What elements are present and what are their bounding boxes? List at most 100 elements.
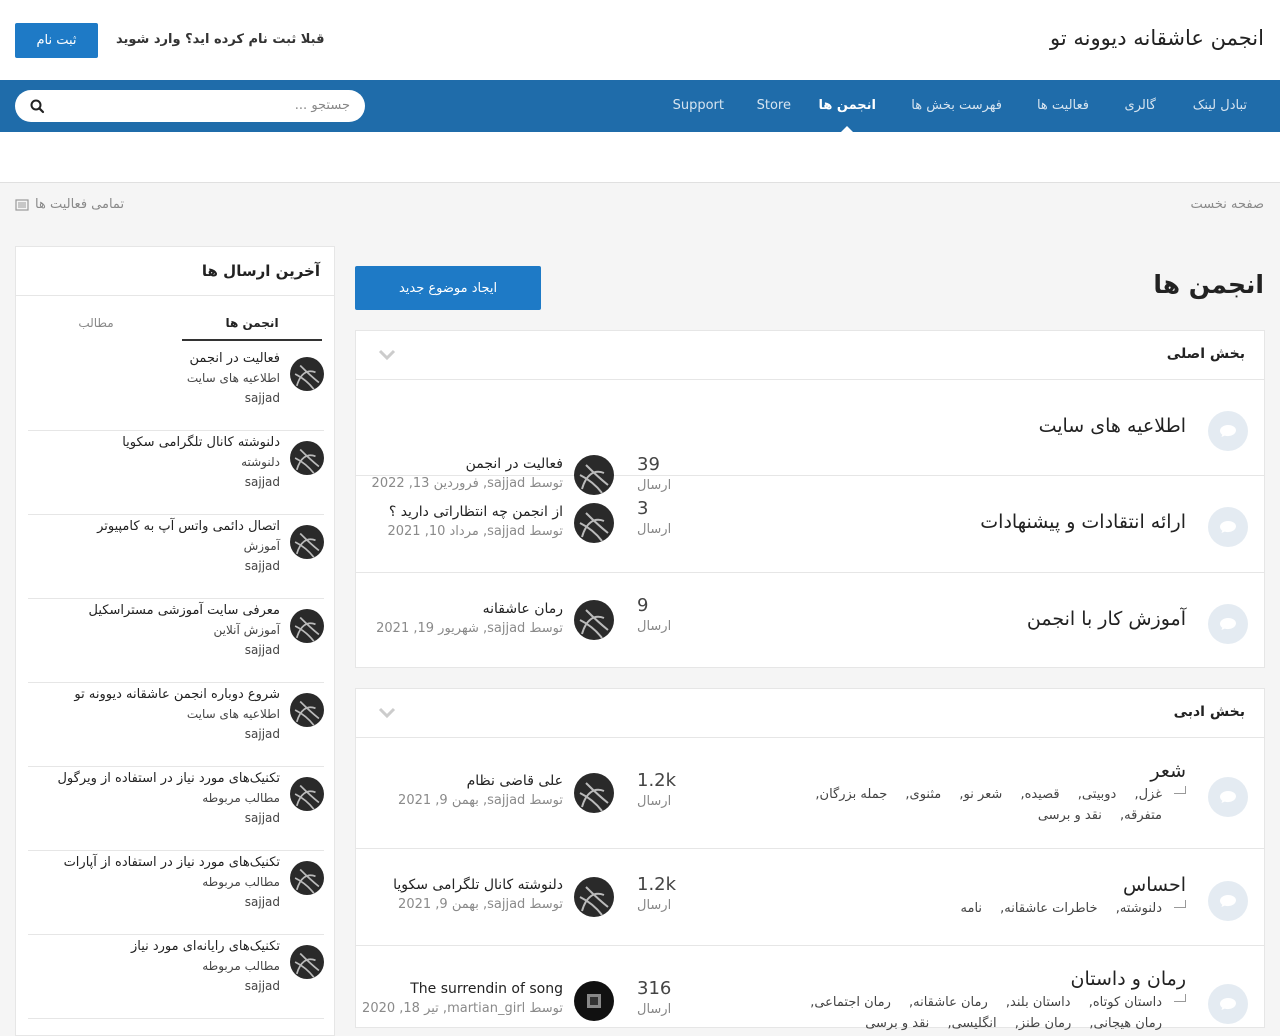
subforum-link[interactable]: نامه (961, 901, 983, 916)
subforum-link[interactable]: شعر نو, (959, 787, 1002, 802)
forum-name[interactable]: رمان و داستان (1071, 968, 1186, 990)
post-forum[interactable]: اطلاعیه های سایت (187, 707, 280, 721)
last-post-title[interactable]: از انجمن چه انتظاراتی دارید ؟ (389, 504, 563, 520)
subforum-link[interactable]: غزل, (1134, 787, 1162, 802)
avatar[interactable] (290, 861, 324, 895)
avatar[interactable] (574, 981, 614, 1021)
nav-item-support[interactable]: Support (673, 80, 724, 132)
post-author[interactable]: sajjad (245, 391, 280, 405)
subforum-link[interactable]: رمان اجتماعی, (810, 995, 891, 1010)
tab-articles[interactable]: مطالب (26, 311, 166, 341)
subforum-link[interactable]: خاطرات عاشقانه, (1000, 901, 1097, 916)
subforum-link[interactable]: داستان کوتاه, (1089, 995, 1162, 1010)
avatar[interactable] (574, 600, 614, 640)
list-item[interactable]: معرفی سایت آموزشی مستراسکیل آموزش آنلاین… (28, 599, 324, 683)
post-author[interactable]: sajjad (245, 811, 280, 825)
forum-name[interactable]: اطلاعیه های سایت (1039, 415, 1186, 437)
new-topic-button[interactable]: ایجاد موضوع جدید (355, 266, 541, 310)
nav-item-gallery[interactable]: گالری (1125, 80, 1156, 132)
post-title[interactable]: تکنیک‌های مورد نیاز در استفاده از ویرگول (57, 771, 280, 786)
subforum-link[interactable]: رمان عاشقانه, (909, 995, 988, 1010)
site-title[interactable]: انجمن عاشقانه دیوونه تو (1050, 26, 1264, 50)
chevron-down-icon[interactable] (378, 349, 396, 361)
list-item[interactable]: تکنیک‌های رایانه‌ای مورد نیاز مطالب مربو… (28, 935, 324, 1019)
category-title[interactable]: بخش ادبی (1174, 704, 1245, 720)
search-box[interactable]: جستجو ... (15, 90, 365, 122)
register-button[interactable]: ثبت نام (15, 23, 98, 58)
search-input[interactable]: جستجو ... (295, 90, 350, 122)
forum-name[interactable]: شعر (1150, 760, 1186, 782)
last-post-title[interactable]: رمان عاشقانه (483, 601, 563, 617)
post-forum[interactable]: مطالب مربوطه (202, 875, 280, 889)
subforum-link[interactable]: متفرقه, (1120, 808, 1162, 823)
avatar[interactable] (290, 693, 324, 727)
all-activity-link[interactable]: تمامی فعالیت ها (15, 197, 124, 212)
post-forum[interactable]: مطالب مربوطه (202, 959, 280, 973)
avatar[interactable] (290, 525, 324, 559)
search-icon[interactable] (29, 98, 45, 114)
category-title[interactable]: بخش اصلی (1167, 346, 1245, 362)
list-item[interactable]: اتصال دائمی واتس آپ به کامپیوتر آموزش sa… (28, 515, 324, 599)
divider (16, 295, 334, 296)
nav-item-forums[interactable]: انجمن ها (818, 80, 876, 132)
avatar[interactable] (290, 357, 324, 391)
avatar[interactable] (290, 777, 324, 811)
breadcrumb-home[interactable]: صفحه نخست (1191, 197, 1264, 212)
forum-name[interactable]: احساس (1123, 874, 1186, 896)
subforum-link[interactable]: نقد و برسی (1038, 808, 1102, 823)
post-title[interactable]: شروع دوباره انجمن عاشقانه دیوونه تو (74, 687, 280, 702)
sub-nav-bar (0, 132, 1280, 183)
subforum-link[interactable]: دوبیتی, (1078, 787, 1117, 802)
post-title[interactable]: اتصال دائمی واتس آپ به کامپیوتر (97, 519, 280, 534)
forum-row: شعر غزل, دوبیتی, قصیده, شعر نو, مثنوی, ج… (356, 738, 1264, 849)
post-forum[interactable]: آموزش (244, 539, 280, 553)
avatar[interactable] (290, 945, 324, 979)
subforum-link[interactable]: مثنوی, (905, 787, 941, 802)
chevron-down-icon[interactable] (378, 707, 396, 719)
post-author[interactable]: sajjad (245, 643, 280, 657)
subforum-link[interactable]: جمله بزرگان, (815, 787, 887, 802)
forum-name[interactable]: آموزش کار با انجمن (1027, 608, 1186, 630)
post-title[interactable]: دلنوشته کانال تلگرامی سکویا (122, 435, 280, 450)
post-count: 1.2k ارسال (637, 770, 676, 809)
list-item[interactable]: تکنیک‌های مورد نیاز در استفاده از ویرگول… (28, 767, 324, 851)
nav-item-activity[interactable]: فعالیت ها (1037, 80, 1089, 132)
post-title[interactable]: فعالیت در انجمن (190, 351, 280, 366)
post-author[interactable]: sajjad (245, 559, 280, 573)
nav-item-sections[interactable]: فهرست بخش ها (911, 80, 1002, 132)
list-item[interactable]: فعالیت در انجمن اطلاعیه های سایت sajjad (28, 347, 324, 431)
avatar[interactable] (574, 773, 614, 813)
list-item[interactable]: تکنیک‌های مورد نیاز در استفاده از آپارات… (28, 851, 324, 935)
post-title[interactable]: تکنیک‌های رایانه‌ای مورد نیاز (131, 939, 280, 954)
last-post-title[interactable]: دلنوشته کانال تلگرامی سکویا (393, 877, 563, 893)
login-link[interactable]: قبلا ثبت نام کرده اید؟ وارد شوید (116, 32, 324, 47)
last-post-title[interactable]: The surrendin of song (410, 981, 563, 997)
last-post-meta: توسط sajjad, بهمن 9, 2021 (398, 793, 563, 808)
avatar[interactable] (290, 609, 324, 643)
forum-name[interactable]: ارائه انتقادات و پیشنهادات (980, 511, 1186, 533)
subforum-link[interactable]: داستان بلند, (1006, 995, 1071, 1010)
nav-item-store[interactable]: Store (757, 80, 791, 132)
subforum-link[interactable]: دلنوشته, (1116, 901, 1162, 916)
nav-item-forums-label: انجمن ها (818, 98, 876, 113)
post-forum[interactable]: دلنوشته (241, 455, 280, 469)
avatar[interactable] (290, 441, 324, 475)
nav-item-link-exchange[interactable]: تبادل لینک (1193, 80, 1247, 132)
post-author[interactable]: sajjad (245, 895, 280, 909)
post-forum[interactable]: اطلاعیه های سایت (187, 371, 280, 385)
post-author[interactable]: sajjad (245, 979, 280, 993)
last-post-title[interactable]: فعالیت در انجمن (466, 456, 563, 472)
last-post-title[interactable]: علی قاضی نظام (467, 773, 563, 789)
tab-forums[interactable]: انجمن ها (182, 311, 322, 341)
list-item[interactable]: شروع دوباره انجمن عاشقانه دیوونه تو اطلا… (28, 683, 324, 767)
avatar[interactable] (574, 503, 614, 543)
post-forum[interactable]: آموزش آنلاین (213, 623, 280, 637)
subforum-link[interactable]: قصیده, (1020, 787, 1059, 802)
post-title[interactable]: معرفی سایت آموزشی مستراسکیل (89, 603, 281, 618)
post-title[interactable]: تکنیک‌های مورد نیاز در استفاده از آپارات (64, 855, 280, 870)
avatar[interactable] (574, 877, 614, 917)
list-item[interactable]: دلنوشته کانال تلگرامی سکویا دلنوشته sajj… (28, 431, 324, 515)
post-forum[interactable]: مطالب مربوطه (202, 791, 280, 805)
post-author[interactable]: sajjad (245, 727, 280, 741)
post-author[interactable]: sajjad (245, 475, 280, 489)
